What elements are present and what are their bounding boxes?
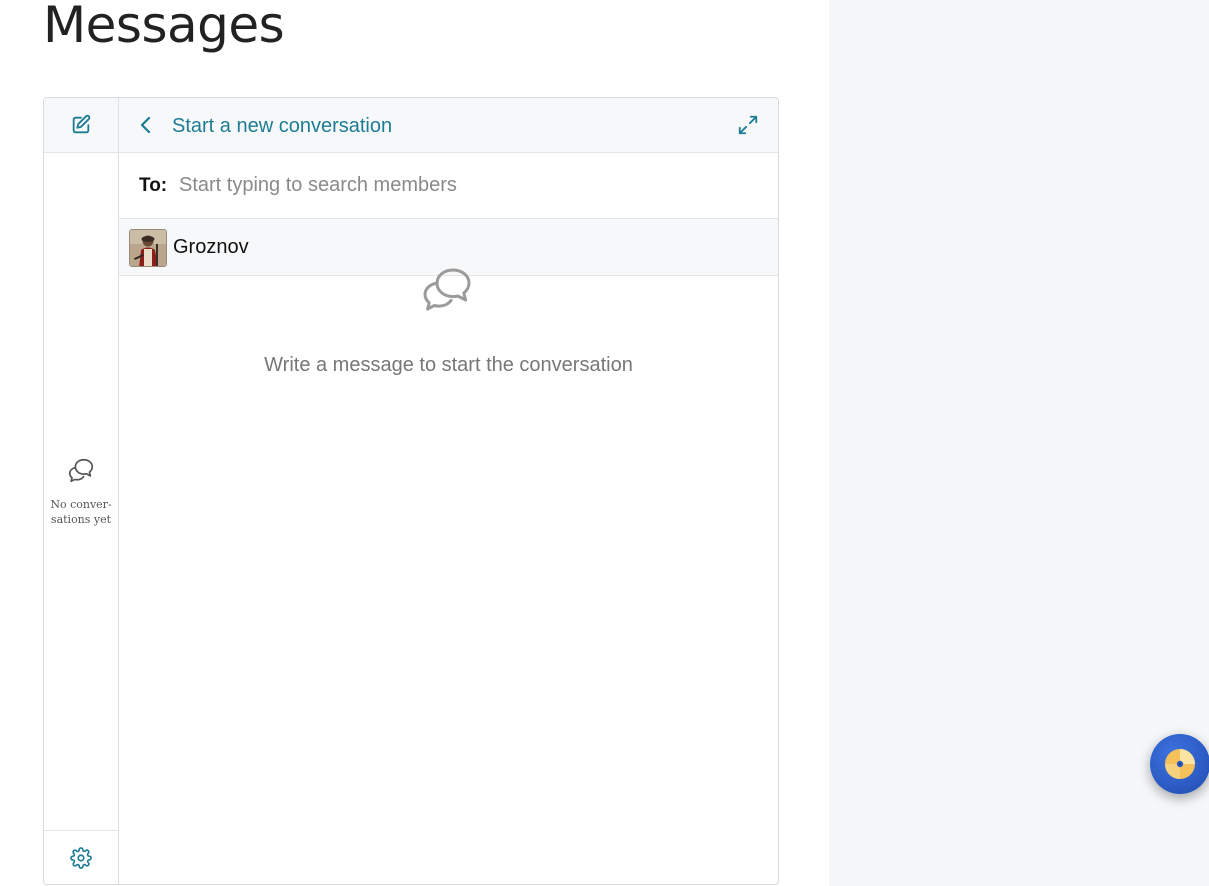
disc-icon [1165, 749, 1195, 779]
sidebar-empty-state: No conver- sations yet [44, 456, 118, 527]
compose-pencil-icon [72, 114, 91, 134]
avatar [129, 229, 167, 267]
recipient-search-input[interactable] [179, 167, 778, 203]
messenger-panel: No conver- sations yet Start a new conve… [43, 97, 779, 885]
back-button[interactable] [135, 114, 157, 136]
page: Messages No conver- sations yet Start a … [0, 0, 1209, 886]
expand-arrows-icon [738, 115, 758, 135]
empty-conversation-text: Write a message to start the conversatio… [264, 354, 633, 376]
no-conversations-text: No conver- sations yet [50, 498, 112, 526]
conversation-main: Start a new conversation To: Start typin… [119, 98, 778, 884]
page-title: Messages [43, 0, 285, 54]
recipient-row: To: [119, 153, 778, 219]
conversation-sidebar: No conver- sations yet [44, 98, 119, 884]
settings-button[interactable] [44, 830, 118, 884]
chat-bubbles-icon [423, 268, 471, 311]
chat-bubbles-icon [68, 458, 94, 483]
conversation-header: Start a new conversation [119, 98, 778, 153]
gear-icon [70, 846, 92, 869]
recipient-label: To: [139, 175, 168, 196]
suggestion-name: Groznov [173, 236, 249, 258]
expand-button[interactable] [736, 113, 760, 137]
header-title: Start a new conversation [172, 115, 393, 137]
compose-button[interactable] [44, 98, 118, 153]
chevron-left-icon [140, 116, 151, 134]
floating-action-button[interactable] [1150, 734, 1209, 794]
